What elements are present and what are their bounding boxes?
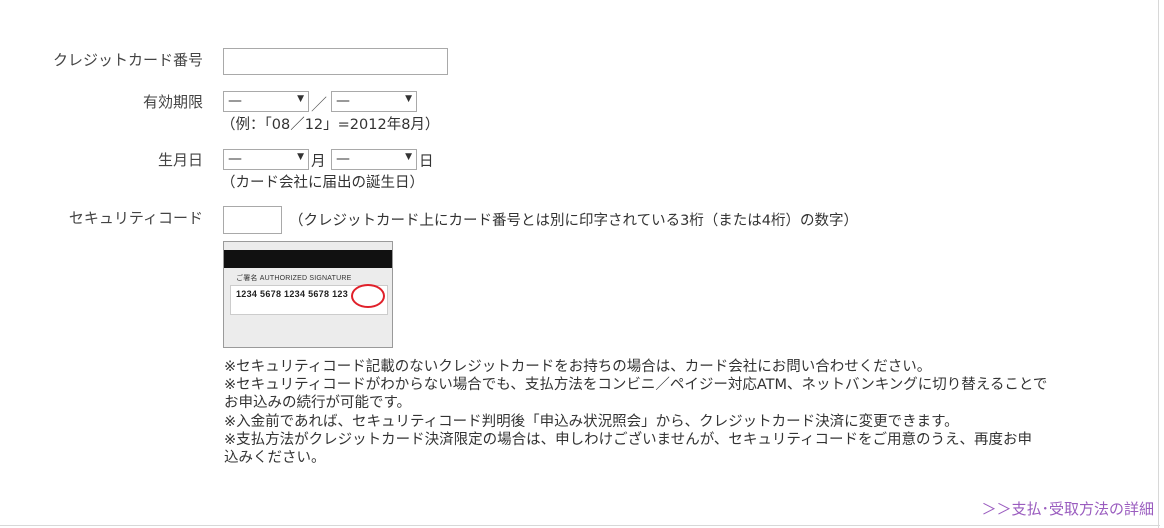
chevron-down-icon: ▼ xyxy=(297,152,304,162)
birthday-month-unit: 月 xyxy=(311,154,326,170)
expiry-month-value: — xyxy=(228,93,242,109)
security-code-highlight xyxy=(351,284,385,308)
note-line: お申込みの続行が可能です。 xyxy=(224,395,412,411)
card-back-image: ご署名 AUTHORIZED SIGNATURE 1234 5678 1234 … xyxy=(223,241,393,348)
birthday-day-select[interactable]: — ▼ xyxy=(331,149,417,170)
chevron-down-icon: ▼ xyxy=(405,94,412,104)
note-line: ※セキュリティコード記載のないクレジットカードをお持ちの場合は、カード会社にお問… xyxy=(224,359,932,375)
expiry-label: 有効期限 xyxy=(142,93,203,111)
note-line: 込みください。 xyxy=(224,450,326,466)
payment-details-link[interactable]: ＞＞支払･受取方法の詳細 xyxy=(981,498,1154,519)
birthday-month-select[interactable]: — ▼ xyxy=(223,149,309,170)
chevron-down-icon: ▼ xyxy=(405,152,412,162)
note-line: ※セキュリティコードがわからない場合でも、支払方法をコンビニ／ペイジー対応ATM… xyxy=(224,377,1048,393)
chevron-down-icon: ▼ xyxy=(297,94,304,104)
frame-border-right xyxy=(1158,0,1159,528)
expiry-month-select[interactable]: — ▼ xyxy=(223,91,309,112)
security-code-input[interactable] xyxy=(223,206,282,234)
expiry-year-value: — xyxy=(336,93,350,109)
birthday-hint: （カード会社に届出の誕生日） xyxy=(221,175,424,191)
note-line: ※支払方法がクレジットカード決済限定の場合は、申しわけございませんが、セキュリテ… xyxy=(224,432,1033,448)
card-number-input[interactable] xyxy=(223,48,448,75)
note-line: ※入金前であれば、セキュリティコード判明後「申込み状況照会」から、クレジットカー… xyxy=(224,414,959,430)
security-code-label: セキュリティコード xyxy=(68,209,203,227)
card-number-sample: 1234 5678 1234 5678 123 xyxy=(236,289,349,299)
birthday-day-unit: 日 xyxy=(419,154,434,170)
birthday-month-value: — xyxy=(228,151,242,167)
birthday-label: 生月日 xyxy=(157,151,203,169)
card-number-label: クレジットカード番号 xyxy=(52,51,203,69)
expiry-year-select[interactable]: — ▼ xyxy=(331,91,417,112)
magnetic-stripe xyxy=(224,250,392,268)
security-code-description: （クレジットカード上にカード番号とは別に印字されている3桁（または4桁）の数字） xyxy=(289,213,859,229)
signature-title: ご署名 AUTHORIZED SIGNATURE xyxy=(236,275,352,282)
birthday-day-value: — xyxy=(336,151,350,167)
expiry-separator: ／ xyxy=(311,95,328,114)
frame-border-bottom xyxy=(0,525,1160,526)
expiry-hint: （例：「08／12」=2012年8月） xyxy=(221,117,440,133)
